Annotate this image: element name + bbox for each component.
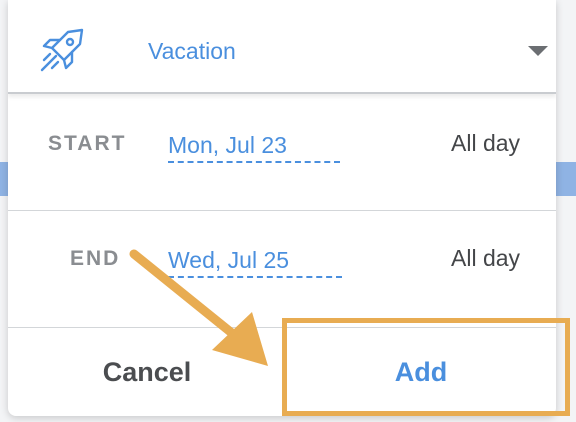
end-time-toggle[interactable]: All day (451, 245, 520, 272)
event-type-label: Vacation (148, 38, 236, 64)
dialog-actions: Cancel Add (8, 328, 556, 416)
rocket-icon (40, 28, 84, 72)
event-bar-left (0, 162, 8, 196)
start-date-field[interactable]: Mon, Jul 23 (168, 132, 340, 163)
event-type-selector[interactable]: Vacation (8, 0, 556, 94)
start-time-toggle[interactable]: All day (451, 130, 520, 157)
end-date-field[interactable]: Wed, Jul 25 (168, 247, 342, 278)
event-bar-right (556, 162, 576, 196)
cancel-button[interactable]: Cancel (8, 328, 286, 416)
add-button[interactable]: Add (286, 328, 556, 416)
end-label: END (70, 247, 121, 270)
dropdown-caret-icon[interactable] (528, 46, 548, 56)
start-label: START (48, 132, 127, 155)
end-row: END Wed, Jul 25 All day (8, 211, 556, 328)
start-row: START Mon, Jul 23 All day (8, 94, 556, 211)
new-event-dialog: Vacation START Mon, Jul 23 All day END W… (8, 0, 556, 416)
